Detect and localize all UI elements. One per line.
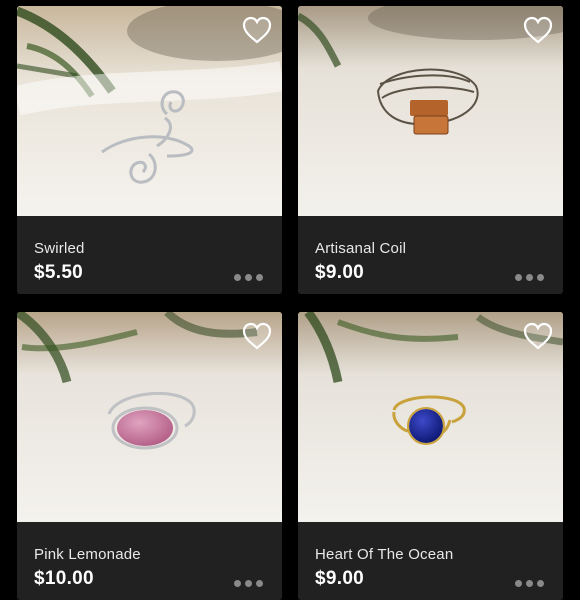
listing-price: $5.50: [34, 262, 84, 283]
favorite-heart-icon[interactable]: [242, 322, 272, 350]
listing-title[interactable]: Artisanal Coil: [315, 240, 406, 257]
favorite-heart-icon[interactable]: [523, 322, 553, 350]
listing-info: Artisanal Coil $9.00: [298, 216, 563, 294]
listing-card-pink-lemonade[interactable]: Pink Lemonade $10.00: [17, 312, 282, 600]
listing-card-heart-of-the-ocean[interactable]: Heart Of The Ocean $9.00: [298, 312, 563, 600]
listing-title[interactable]: Pink Lemonade: [34, 546, 141, 563]
listing-info: Swirled $5.50: [17, 216, 282, 294]
listing-photo[interactable]: [17, 312, 282, 522]
listing-price: $9.00: [315, 568, 365, 589]
more-options-icon[interactable]: [515, 272, 547, 282]
listing-info: Heart Of The Ocean $9.00: [298, 522, 563, 600]
listing-grid: Swirled $5.50 Artisanal Coil $9.00 Pink …: [0, 0, 580, 600]
favorite-heart-icon[interactable]: [242, 16, 272, 44]
listing-photo[interactable]: [17, 6, 282, 216]
favorite-heart-icon[interactable]: [523, 16, 553, 44]
listing-card-artisanal-coil[interactable]: Artisanal Coil $9.00: [298, 6, 563, 294]
listing-price: $10.00: [34, 568, 94, 589]
listing-price: $9.00: [315, 262, 365, 283]
listing-card-swirled[interactable]: Swirled $5.50: [17, 6, 282, 294]
listing-photo[interactable]: [298, 312, 563, 522]
more-options-icon[interactable]: [234, 272, 266, 282]
listing-title[interactable]: Swirled: [34, 240, 85, 257]
listing-photo[interactable]: [298, 6, 563, 216]
listing-title[interactable]: Heart Of The Ocean: [315, 546, 453, 563]
listing-info: Pink Lemonade $10.00: [17, 522, 282, 600]
